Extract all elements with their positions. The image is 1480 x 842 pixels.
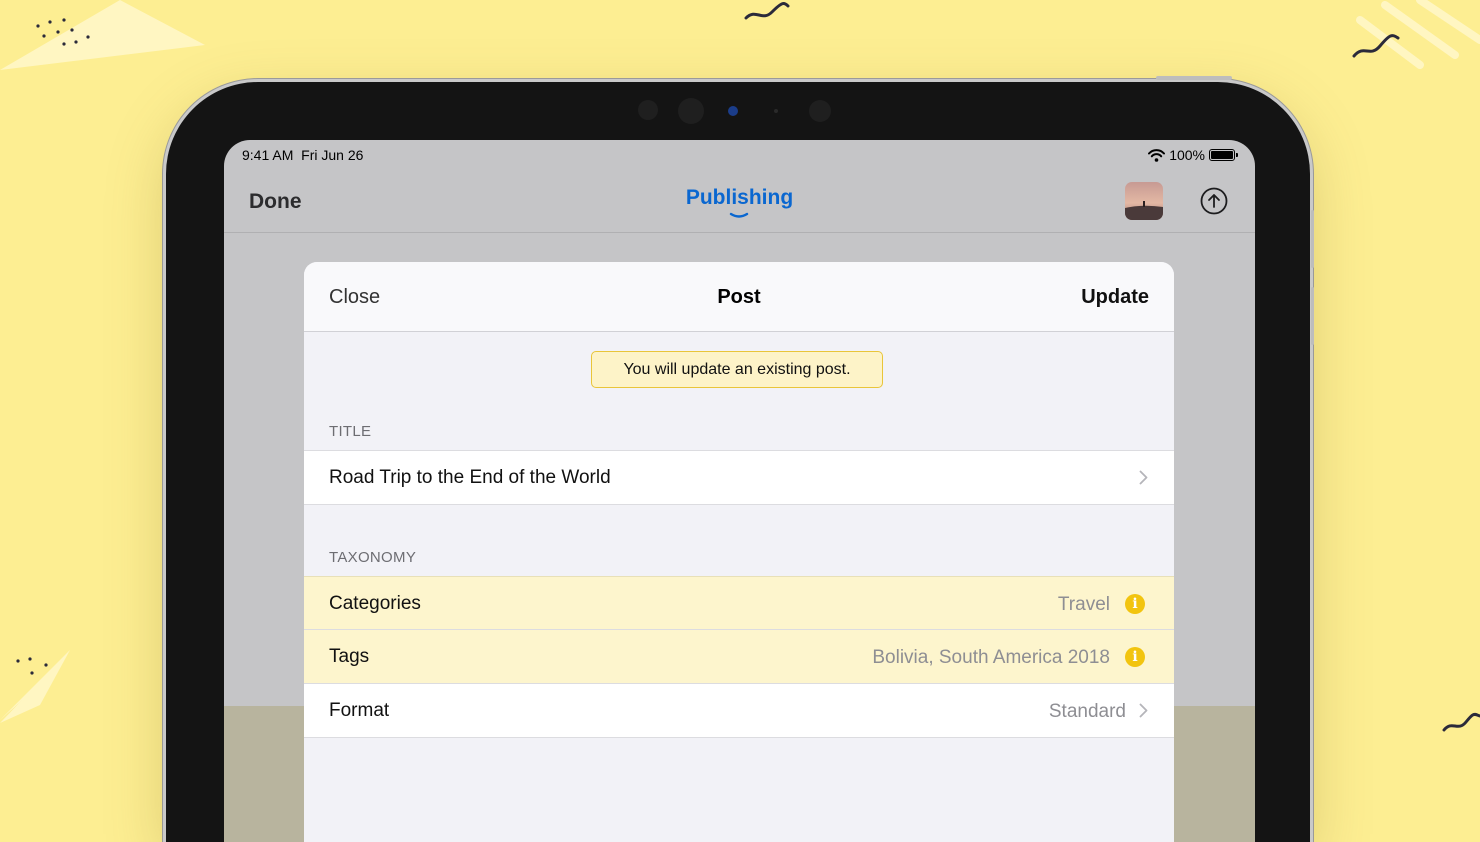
chevron-down-icon xyxy=(729,212,749,218)
camera-indicator xyxy=(728,106,738,116)
tags-label: Tags xyxy=(329,646,370,667)
decorative-triangle-bottom-left xyxy=(0,650,70,723)
format-value: Standard xyxy=(1048,701,1126,722)
battery-icon xyxy=(1209,149,1238,161)
taxonomy-section-header: TAXONOMY xyxy=(329,549,417,566)
sheet-header: Close Post Update xyxy=(304,262,1174,332)
volume-up-button xyxy=(1311,210,1314,268)
status-time-date: 9:41 AM Fri Jun 26 xyxy=(242,147,363,163)
ipad-screen: 9:41 AM Fri Jun 26 100% Done Publishing xyxy=(224,140,1255,842)
decorative-squiggle-top-center xyxy=(744,2,790,20)
title-section-header: TITLE xyxy=(329,423,372,440)
post-publish-sheet: Close Post Update You will update an exi… xyxy=(304,262,1174,842)
camera-bar xyxy=(636,96,836,126)
categories-value: Travel xyxy=(1057,594,1110,615)
upload-icon[interactable] xyxy=(1200,187,1228,215)
chevron-right-icon xyxy=(1139,703,1148,718)
status-indicators: 100% xyxy=(1148,147,1238,163)
top-button xyxy=(1156,76,1232,80)
tags-value: Bolivia, South America 2018 xyxy=(872,647,1110,668)
categories-row[interactable]: Categories Travel i xyxy=(304,576,1174,630)
sensor-dot-right xyxy=(809,100,831,122)
sensor-dot xyxy=(638,100,658,120)
landscape-photo-icon xyxy=(1125,182,1163,220)
volume-down-button xyxy=(1311,287,1314,345)
title-row[interactable]: Road Trip to the End of the World xyxy=(304,450,1174,505)
post-title-value: Road Trip to the End of the World xyxy=(329,467,611,488)
status-date: Fri Jun 26 xyxy=(301,147,364,163)
status-time: 9:41 AM xyxy=(242,147,294,163)
ipad-device-frame: 9:41 AM Fri Jun 26 100% Done Publishing xyxy=(166,76,1314,842)
format-row[interactable]: Format Standard xyxy=(304,684,1174,738)
categories-label: Categories xyxy=(329,593,421,614)
update-notice-badge: You will update an existing post. xyxy=(591,351,883,388)
app-navigation-bar: Done Publishing xyxy=(224,170,1255,233)
sensor-dot-small xyxy=(774,109,778,113)
battery-percentage: 100% xyxy=(1169,147,1205,163)
decorative-stripes-top-right xyxy=(1352,0,1480,69)
publishing-title-menu[interactable]: Publishing xyxy=(224,186,1255,210)
update-button[interactable]: Update xyxy=(1081,286,1149,309)
info-icon[interactable]: i xyxy=(1125,594,1145,614)
decorative-squiggle-bottom-right xyxy=(1442,712,1480,732)
chevron-right-icon xyxy=(1139,470,1148,485)
wifi-icon xyxy=(1148,148,1166,162)
post-thumbnail-avatar[interactable] xyxy=(1125,182,1163,220)
status-bar: 9:41 AM Fri Jun 26 100% xyxy=(224,140,1255,170)
format-label: Format xyxy=(329,700,390,721)
tags-row[interactable]: Tags Bolivia, South America 2018 i xyxy=(304,630,1174,684)
sheet-title: Post xyxy=(717,286,761,308)
camera-lens xyxy=(678,98,704,124)
info-icon[interactable]: i xyxy=(1125,647,1145,667)
decorative-dots-top-left xyxy=(36,18,90,46)
